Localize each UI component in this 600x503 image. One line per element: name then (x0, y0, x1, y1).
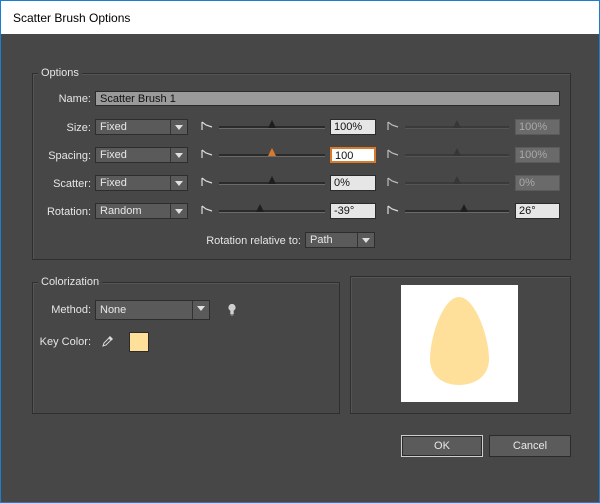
size-max-slider-thumb (453, 120, 461, 128)
rotation-min-slider-track[interactable] (219, 210, 325, 213)
spacing-label: Spacing: (48, 150, 91, 162)
colorization-legend: Colorization (38, 276, 103, 288)
key-color-label: Key Color: (39, 336, 91, 348)
window-title: Scatter Brush Options (13, 11, 131, 25)
scatter-mode-value: Fixed (100, 177, 127, 189)
scatter-min-slider-thumb[interactable] (268, 176, 276, 184)
chevron-down-icon (170, 176, 187, 190)
name-field[interactable]: Scatter Brush 1 (95, 91, 560, 106)
method-value: None (100, 304, 127, 316)
scatter-max-slider-thumb (453, 176, 461, 184)
min-lock-icon[interactable] (201, 121, 213, 131)
brush-preview (401, 285, 518, 402)
size-mode-value: Fixed (100, 121, 127, 133)
spacing-max-slider-thumb (453, 148, 461, 156)
rotation-relative-dropdown[interactable]: Path (305, 232, 375, 248)
title-bar[interactable]: Scatter Brush Options (1, 1, 599, 34)
ok-button[interactable]: OK (401, 435, 483, 457)
spacing-mode-dropdown[interactable]: Fixed (95, 147, 188, 163)
chevron-down-icon (170, 120, 187, 134)
name-label: Name: (58, 93, 91, 105)
chevron-down-icon (170, 148, 187, 162)
chevron-down-icon (192, 301, 209, 319)
spacing-min-value[interactable]: 100 (330, 147, 376, 163)
rotation-max-slider-track[interactable] (405, 210, 509, 213)
size-label: Size: (66, 122, 91, 134)
rotation-min-slider-thumb[interactable] (256, 204, 265, 212)
method-label: Method: (51, 304, 91, 316)
size-min-slider-thumb[interactable] (268, 120, 276, 128)
max-lock-icon[interactable] (387, 149, 399, 159)
min-lock-icon[interactable] (201, 149, 213, 159)
rotation-min-value[interactable]: -39° (330, 203, 376, 219)
spacing-max-value: 100% (515, 147, 560, 163)
rotation-relative-value: Path (310, 234, 333, 246)
rotation-max-slider-thumb[interactable] (460, 204, 469, 212)
rotation-relative-label: Rotation relative to: (206, 235, 301, 247)
rotation-mode-dropdown[interactable]: Random (95, 203, 188, 219)
options-legend: Options (38, 67, 82, 79)
size-mode-dropdown[interactable]: Fixed (95, 119, 188, 135)
preview-shape (430, 297, 489, 385)
size-min-value[interactable]: 100% (330, 119, 376, 135)
method-dropdown[interactable]: None (95, 300, 210, 320)
spacing-min-slider-thumb[interactable] (268, 148, 276, 156)
rotation-label: Rotation: (46, 206, 91, 218)
scatter-label: Scatter: (53, 178, 91, 190)
scatter-max-value: 0% (515, 175, 560, 191)
rotation-mode-value: Random (100, 205, 142, 217)
max-lock-icon[interactable] (387, 205, 399, 215)
min-lock-icon[interactable] (201, 205, 213, 215)
max-lock-icon[interactable] (387, 121, 399, 131)
spacing-mode-value: Fixed (100, 149, 127, 161)
chevron-down-icon (357, 233, 374, 247)
scatter-brush-options-dialog: Scatter Brush Options Options Name: Scat… (0, 0, 600, 503)
key-color-swatch[interactable] (129, 332, 149, 352)
scatter-mode-dropdown[interactable]: Fixed (95, 175, 188, 191)
min-lock-icon[interactable] (201, 177, 213, 187)
chevron-down-icon (170, 204, 187, 218)
max-lock-icon[interactable] (387, 177, 399, 187)
size-max-value: 100% (515, 119, 560, 135)
cancel-button[interactable]: Cancel (489, 435, 571, 457)
eyedropper-icon[interactable] (101, 334, 115, 348)
lightbulb-icon[interactable] (227, 303, 237, 316)
scatter-min-value[interactable]: 0% (330, 175, 376, 191)
rotation-max-value[interactable]: 26° (515, 203, 560, 219)
